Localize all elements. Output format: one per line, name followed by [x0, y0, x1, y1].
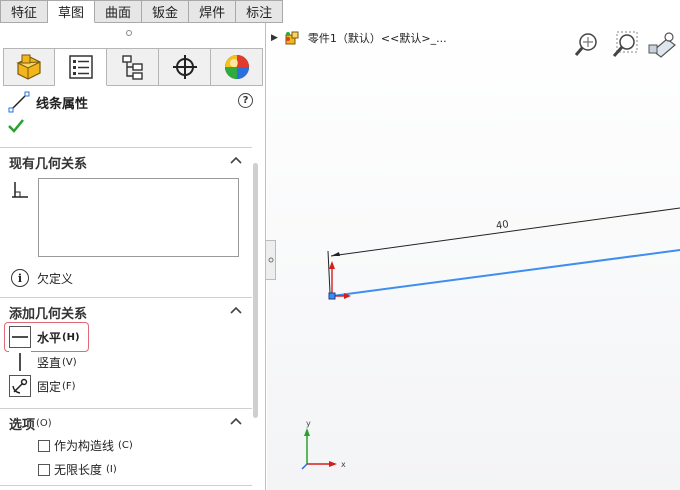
- panel-title: 线条属性: [36, 96, 89, 112]
- tab-annotation[interactable]: 标注: [236, 0, 284, 23]
- tab-weldments[interactable]: 焊件: [189, 0, 237, 23]
- configurationmanager-tab[interactable]: [107, 48, 159, 86]
- status-row: i 欠定义: [11, 269, 73, 287]
- relation-perpendicular-icon: [12, 182, 28, 198]
- command-tabs: 特征 草图 曲面 钣金 焊件 标注: [0, 0, 284, 23]
- extension-line: [327, 250, 331, 294]
- tab-sheet-metal[interactable]: 钣金: [142, 0, 190, 23]
- sketch-canvas[interactable]: 40 y x: [267, 23, 680, 490]
- configurationmanager-icon: [121, 55, 143, 80]
- arrow-up-icon: [329, 261, 335, 269]
- fixed-relation-button[interactable]: 固定 (F): [9, 375, 76, 397]
- tab-sketch[interactable]: 草图: [48, 0, 96, 23]
- separator: [0, 485, 252, 486]
- y-axis-arrow-icon: [304, 428, 310, 436]
- sketch-line[interactable]: [331, 249, 680, 297]
- separator: [0, 147, 252, 148]
- construction-checkbox[interactable]: [38, 439, 50, 452]
- horizontal-relation-button[interactable]: 水平 (H): [9, 326, 80, 348]
- info-icon: i: [11, 269, 29, 287]
- dimension-value[interactable]: 40: [495, 219, 509, 232]
- y-axis-label: y: [306, 419, 311, 428]
- anchor-icon: [9, 375, 31, 397]
- manager-tabs: [3, 48, 263, 86]
- infinite-length-checkbox[interactable]: [38, 463, 50, 476]
- relations-icon: [10, 180, 30, 203]
- separator: [0, 408, 252, 409]
- z-axis-line: [301, 463, 308, 470]
- panel-collapse-handle[interactable]: [266, 240, 276, 280]
- dimxpert-icon: [172, 55, 197, 79]
- endpoint-handle[interactable]: [328, 292, 336, 300]
- separator: [0, 297, 252, 298]
- panel-scrollbar[interactable]: [253, 163, 258, 418]
- existing-relations-header[interactable]: 现有几何关系: [0, 151, 252, 173]
- help-icon[interactable]: ?: [238, 93, 253, 108]
- chevron-up-icon[interactable]: [230, 416, 242, 428]
- display-manager-icon: [224, 55, 249, 79]
- line-icon: [8, 91, 30, 113]
- dimxpert-tab[interactable]: [159, 48, 211, 86]
- existing-relations-list[interactable]: [38, 178, 239, 257]
- vertical-relation-button[interactable]: 竖直 (V): [9, 351, 77, 373]
- dimension-line[interactable]: [330, 207, 680, 257]
- featuremanager-tab[interactable]: [3, 48, 55, 86]
- tab-features[interactable]: 特征: [0, 0, 49, 23]
- infinite-length-checkbox-row[interactable]: 无限长度 (I): [38, 461, 117, 478]
- x-axis-arrow-icon: [329, 461, 337, 467]
- construction-checkbox-row[interactable]: 作为构造线 (C): [38, 437, 133, 454]
- checkmark-icon: [8, 119, 24, 133]
- horizontal-icon: [9, 326, 31, 348]
- propertymanager-icon: [68, 55, 93, 79]
- propertymanager-tab[interactable]: [55, 48, 107, 86]
- options-header[interactable]: 选项 (O): [0, 412, 252, 434]
- status-text: 欠定义: [37, 271, 74, 286]
- add-relations-header[interactable]: 添加几何关系: [0, 301, 252, 323]
- tab-surfaces[interactable]: 曲面: [95, 0, 143, 23]
- chevron-up-icon[interactable]: [230, 305, 242, 317]
- property-manager-panel: 线条属性 ? 现有几何关系 i 欠定义 添加几何关系 水平 (H) 竖直 (V)…: [0, 23, 266, 490]
- x-axis-label: x: [341, 460, 346, 469]
- panel-title-row: 线条属性: [8, 91, 88, 113]
- grip-icon: [268, 257, 273, 263]
- graphics-area[interactable]: ▶ 零件1（默认）<<默认>_... 40 y x: [267, 23, 680, 490]
- chevron-up-icon[interactable]: [230, 155, 242, 167]
- panel-grip[interactable]: [126, 30, 132, 36]
- vertical-icon: [9, 351, 31, 373]
- dimension-arrow-icon: [331, 252, 340, 256]
- display-manager-tab[interactable]: [211, 48, 263, 86]
- featuremanager-icon: [16, 54, 41, 80]
- ok-button[interactable]: [8, 119, 24, 136]
